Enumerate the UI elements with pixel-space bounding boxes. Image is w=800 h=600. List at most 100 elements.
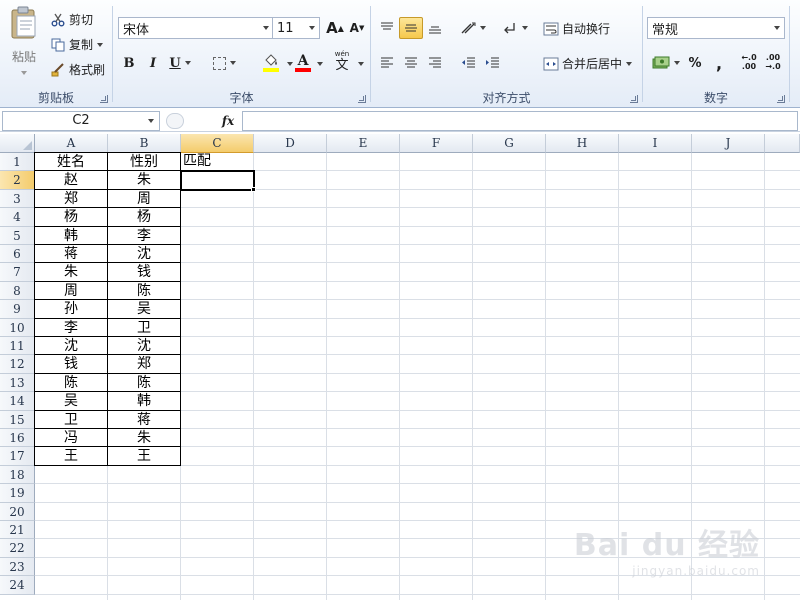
row-header-21[interactable]: 21 [0, 521, 35, 540]
fill-color-button[interactable] [255, 52, 287, 74]
font-size-combo[interactable]: 11 [272, 17, 320, 39]
name-box[interactable]: C2 [2, 111, 160, 131]
row-header-17[interactable]: 17 [0, 447, 35, 466]
row-header-4[interactable]: 4 [0, 208, 35, 227]
cell-a9[interactable]: 孙 [34, 299, 108, 319]
wrap-text-button[interactable]: 自动换行 [543, 20, 610, 37]
align-middle-button[interactable] [399, 17, 423, 39]
increase-indent-button[interactable] [481, 52, 505, 74]
cell-b4[interactable]: 杨 [107, 207, 181, 227]
row-header-3[interactable]: 3 [0, 189, 35, 209]
formula-input[interactable] [242, 111, 798, 131]
cell-a10[interactable]: 李 [34, 317, 108, 337]
font-size-dropdown-icon[interactable] [305, 18, 319, 38]
clipboard-dialog-launcher-icon[interactable] [100, 95, 108, 103]
grow-font-button[interactable]: A ▲ [323, 17, 347, 39]
cell-b3[interactable]: 周 [107, 188, 181, 209]
cell-b17[interactable]: 王 [107, 446, 181, 466]
cell-b13[interactable]: 陈 [107, 372, 181, 393]
column-header-d[interactable]: D [254, 134, 327, 153]
decrease-decimal-button[interactable]: .00 →.0 [761, 51, 785, 73]
row-header-24[interactable]: 24 [0, 576, 35, 595]
cell-a1[interactable]: 姓名 [34, 152, 108, 172]
decrease-indent-button[interactable] [457, 52, 481, 74]
column-header-f[interactable]: F [400, 134, 473, 153]
row-header-11[interactable]: 11 [0, 337, 35, 356]
number-format-dropdown-icon[interactable] [770, 18, 784, 38]
row-header-23[interactable]: 23 [0, 557, 35, 577]
text-direction-dropdown-icon[interactable] [522, 26, 528, 30]
column-header-i[interactable]: I [619, 134, 692, 153]
cell-b16[interactable]: 朱 [107, 428, 181, 448]
borders-dropdown-icon[interactable] [229, 61, 236, 65]
copy-dropdown-icon[interactable] [97, 42, 104, 47]
font-name-dropdown-icon[interactable] [259, 18, 273, 38]
cell-a12[interactable]: 钱 [34, 354, 108, 374]
number-format-combo[interactable]: 常规 [647, 17, 785, 39]
accounting-format-button[interactable] [649, 52, 683, 74]
row-header-10[interactable]: 10 [0, 318, 35, 337]
row-header-6[interactable]: 6 [0, 245, 35, 264]
cell-c1[interactable]: 匹配 [180, 152, 254, 171]
row-header-16[interactable]: 16 [0, 429, 35, 448]
column-header-b[interactable]: B [108, 134, 181, 153]
number-dialog-launcher-icon[interactable] [777, 95, 785, 103]
underline-button[interactable]: U [165, 52, 195, 74]
row-header-8[interactable]: 8 [0, 281, 35, 301]
cell-a14[interactable]: 吴 [34, 391, 108, 411]
align-left-button[interactable] [375, 52, 399, 74]
cell-a11[interactable]: 沈 [34, 336, 108, 356]
column-header-a[interactable]: A [35, 134, 108, 153]
format-painter-button[interactable]: 格式刷 [50, 61, 105, 78]
cell-a6[interactable]: 蒋 [34, 244, 108, 264]
row-header-12[interactable]: 12 [0, 355, 35, 374]
phonetic-button[interactable]: wén 文 [329, 50, 355, 73]
underline-dropdown-icon[interactable] [184, 61, 191, 65]
cell-a4[interactable]: 杨 [34, 207, 108, 227]
cell-a5[interactable]: 韩 [34, 225, 108, 245]
shrink-font-button[interactable]: A ▼ [345, 17, 369, 39]
cell-a7[interactable]: 朱 [34, 262, 108, 282]
row-header-13[interactable]: 13 [0, 373, 35, 393]
row-header-22[interactable]: 22 [0, 539, 35, 558]
insert-function-button[interactable]: fx [218, 111, 238, 131]
text-direction-button[interactable] [499, 17, 531, 39]
cut-button[interactable]: 剪切 [50, 11, 93, 28]
cell-b8[interactable]: 陈 [107, 280, 181, 301]
row-header-2[interactable]: 2 [0, 171, 35, 190]
accounting-dropdown-icon[interactable] [674, 61, 680, 65]
font-name-combo[interactable]: 宋体 [118, 17, 274, 39]
paste-dropdown-icon[interactable] [21, 71, 27, 75]
align-right-button[interactable] [423, 52, 447, 74]
orientation-button[interactable] [457, 17, 489, 39]
cell-b2[interactable]: 朱 [107, 170, 181, 190]
cell-a3[interactable]: 郑 [34, 188, 108, 209]
percent-style-button[interactable]: % [683, 52, 707, 74]
column-header-j[interactable]: J [692, 134, 765, 153]
name-box-dropdown-icon[interactable] [145, 112, 157, 130]
cell-b14[interactable]: 韩 [107, 391, 181, 411]
cell-b9[interactable]: 吴 [107, 299, 181, 319]
comma-style-button[interactable]: , [707, 52, 731, 74]
column-header-h[interactable]: H [546, 134, 619, 153]
row-header-15[interactable]: 15 [0, 410, 35, 429]
formula-bar-resize-icon[interactable] [166, 113, 184, 129]
increase-decimal-button[interactable]: ←.0 .00 [737, 51, 761, 73]
merge-center-button[interactable]: 合并后居中 [543, 55, 633, 72]
align-center-button[interactable] [399, 52, 423, 74]
row-header-7[interactable]: 7 [0, 263, 35, 282]
cell-a15[interactable]: 卫 [34, 409, 108, 429]
cell-b1[interactable]: 性别 [107, 152, 181, 172]
column-header-partial[interactable] [765, 134, 800, 153]
phonetic-dropdown-icon[interactable] [358, 62, 364, 66]
italic-button[interactable]: I [141, 52, 165, 74]
align-top-button[interactable] [375, 17, 399, 39]
paste-button[interactable]: 粘贴 [6, 6, 42, 78]
font-color-dropdown-icon[interactable] [317, 62, 323, 66]
column-header-e[interactable]: E [327, 134, 400, 153]
cell-b5[interactable]: 李 [107, 225, 181, 245]
row-header-19[interactable]: 19 [0, 484, 35, 503]
column-header-g[interactable]: G [473, 134, 546, 153]
row-header-5[interactable]: 5 [0, 226, 35, 245]
cell-a13[interactable]: 陈 [34, 372, 108, 393]
